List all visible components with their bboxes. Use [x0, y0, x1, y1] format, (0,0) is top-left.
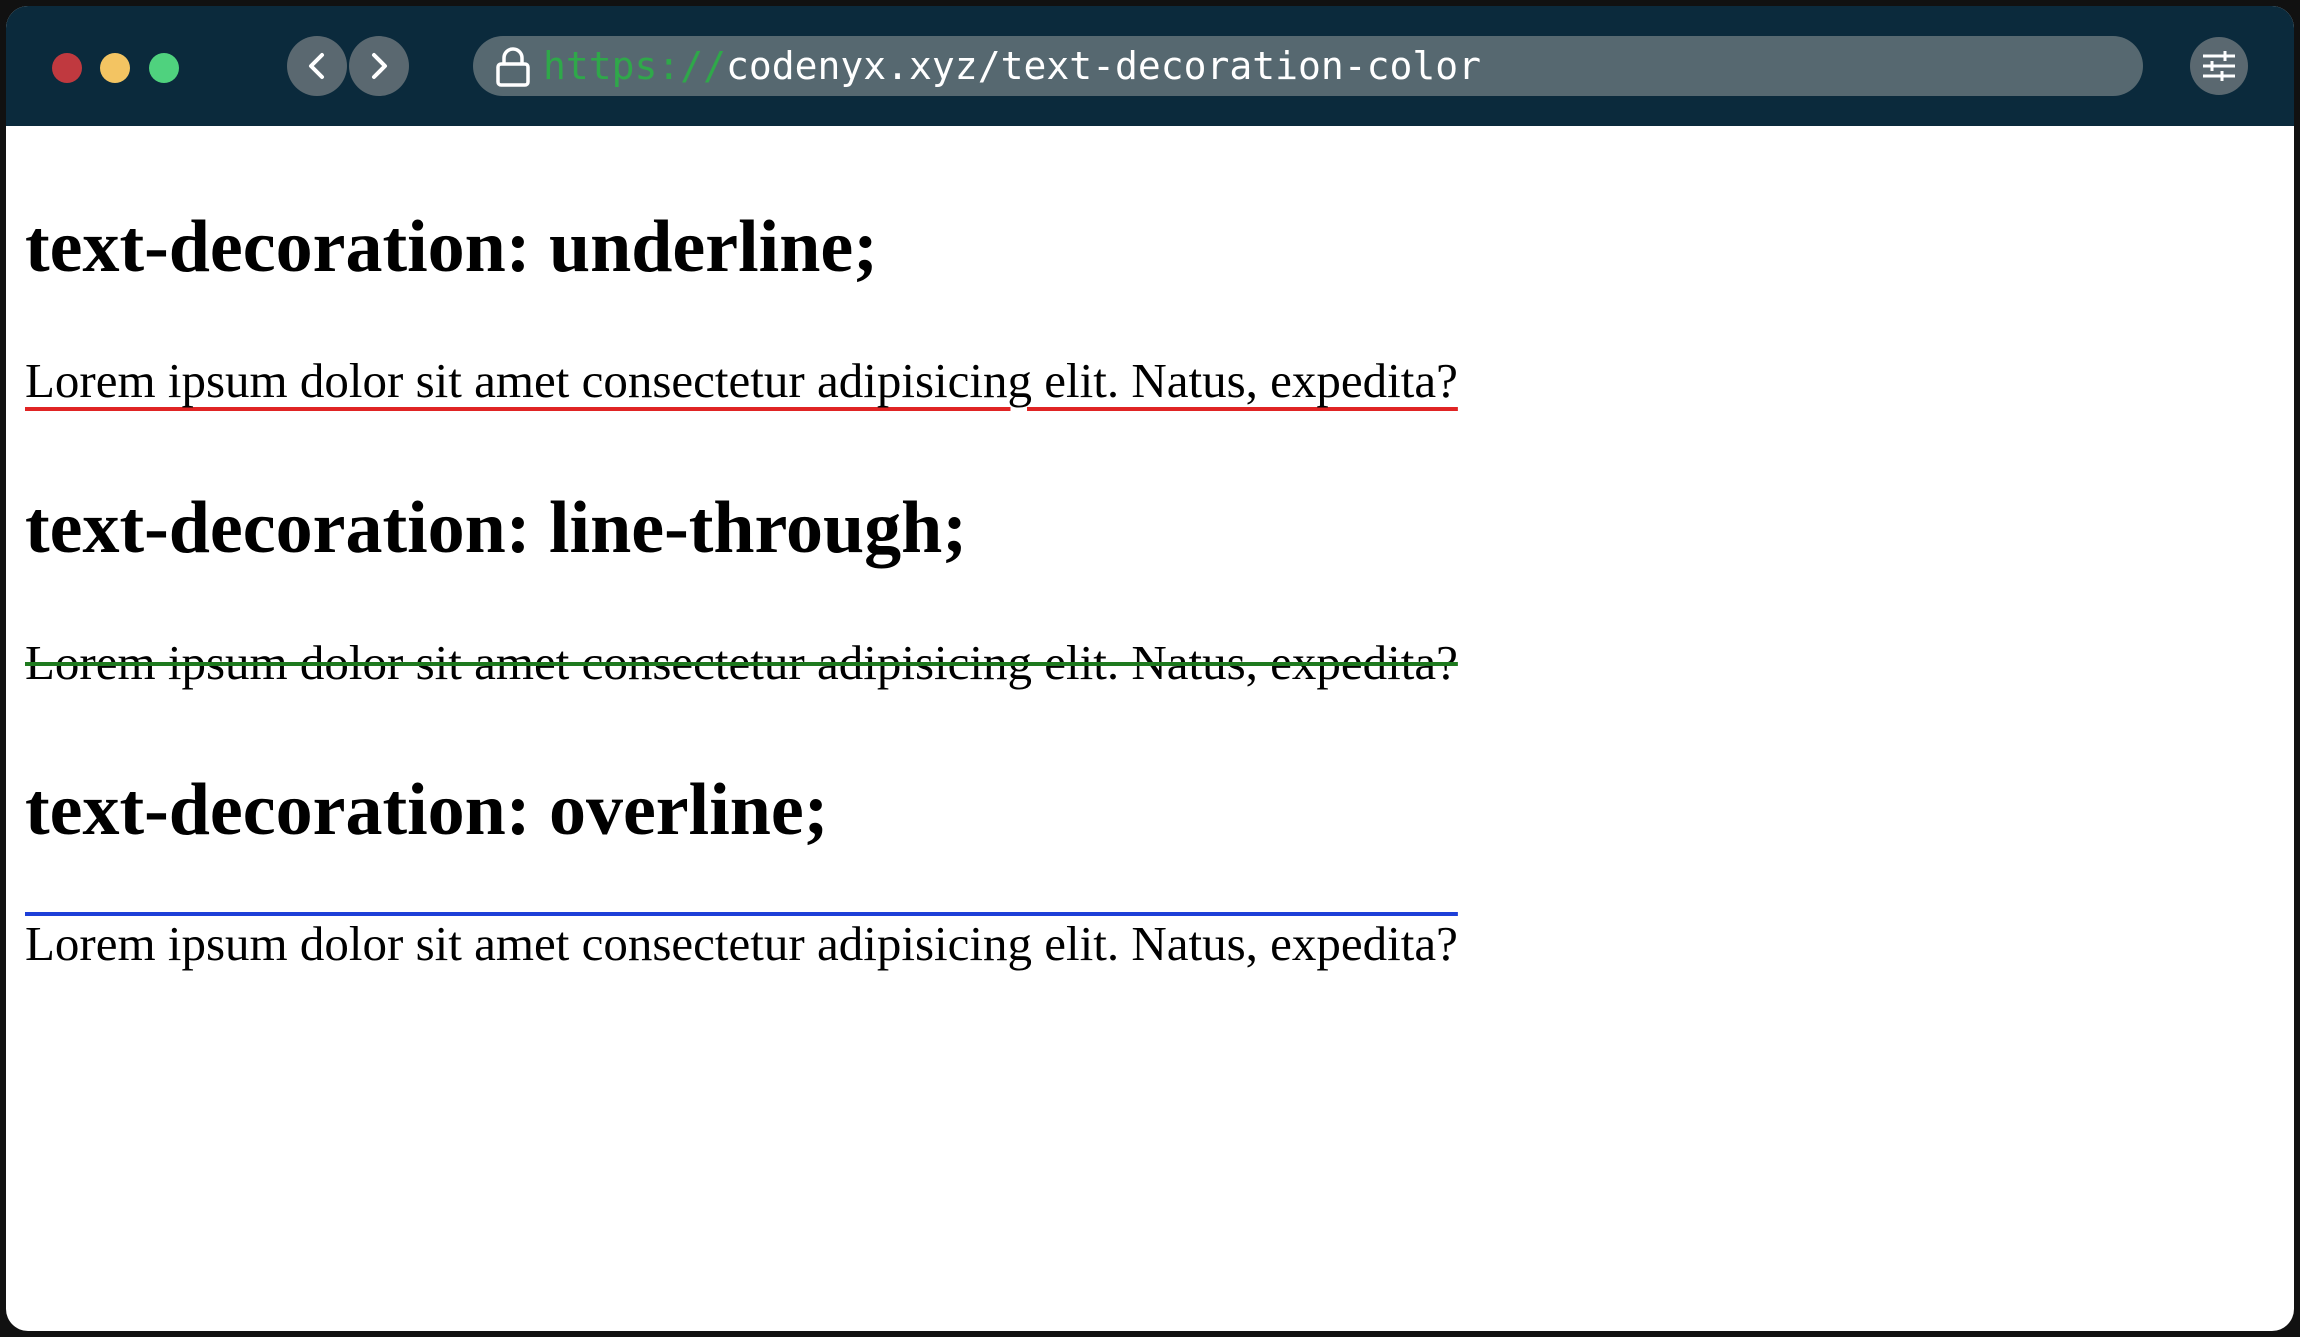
- back-button[interactable]: [287, 36, 347, 96]
- paragraph-line-through: Lorem ipsum dolor sit amet consectetur a…: [25, 635, 1458, 690]
- url-text: https://codenyx.xyz/text-decoration-colo…: [543, 36, 1481, 96]
- address-bar[interactable]: https://codenyx.xyz/text-decoration-colo…: [473, 36, 2143, 96]
- sliders-icon: [2203, 51, 2235, 81]
- heading-underline: text-decoration: underline;: [25, 206, 878, 288]
- paragraph-underline: Lorem ipsum dolor sit amet consectetur a…: [25, 353, 1458, 408]
- browser-window: https://codenyx.xyz/text-decoration-colo…: [6, 6, 2294, 1331]
- chevron-left-icon: [309, 53, 324, 79]
- forward-button[interactable]: [349, 36, 409, 96]
- paragraph-overline: Lorem ipsum dolor sit amet consectetur a…: [25, 916, 1458, 971]
- chevron-right-icon: [372, 53, 387, 79]
- minimize-window-button[interactable]: [100, 53, 130, 83]
- heading-overline: text-decoration: overline;: [25, 769, 829, 851]
- page-content: text-decoration: underline; Lorem ipsum …: [6, 126, 2294, 1331]
- url-scheme: https://: [543, 44, 727, 88]
- close-window-button[interactable]: [52, 53, 82, 83]
- maximize-window-button[interactable]: [149, 53, 179, 83]
- lock-icon: [496, 47, 530, 87]
- browser-toolbar: https://codenyx.xyz/text-decoration-colo…: [6, 6, 2294, 126]
- heading-line-through: text-decoration: line-through;: [25, 487, 967, 569]
- url-host-path: codenyx.xyz/text-decoration-color: [726, 44, 1482, 88]
- settings-button[interactable]: [2190, 37, 2248, 95]
